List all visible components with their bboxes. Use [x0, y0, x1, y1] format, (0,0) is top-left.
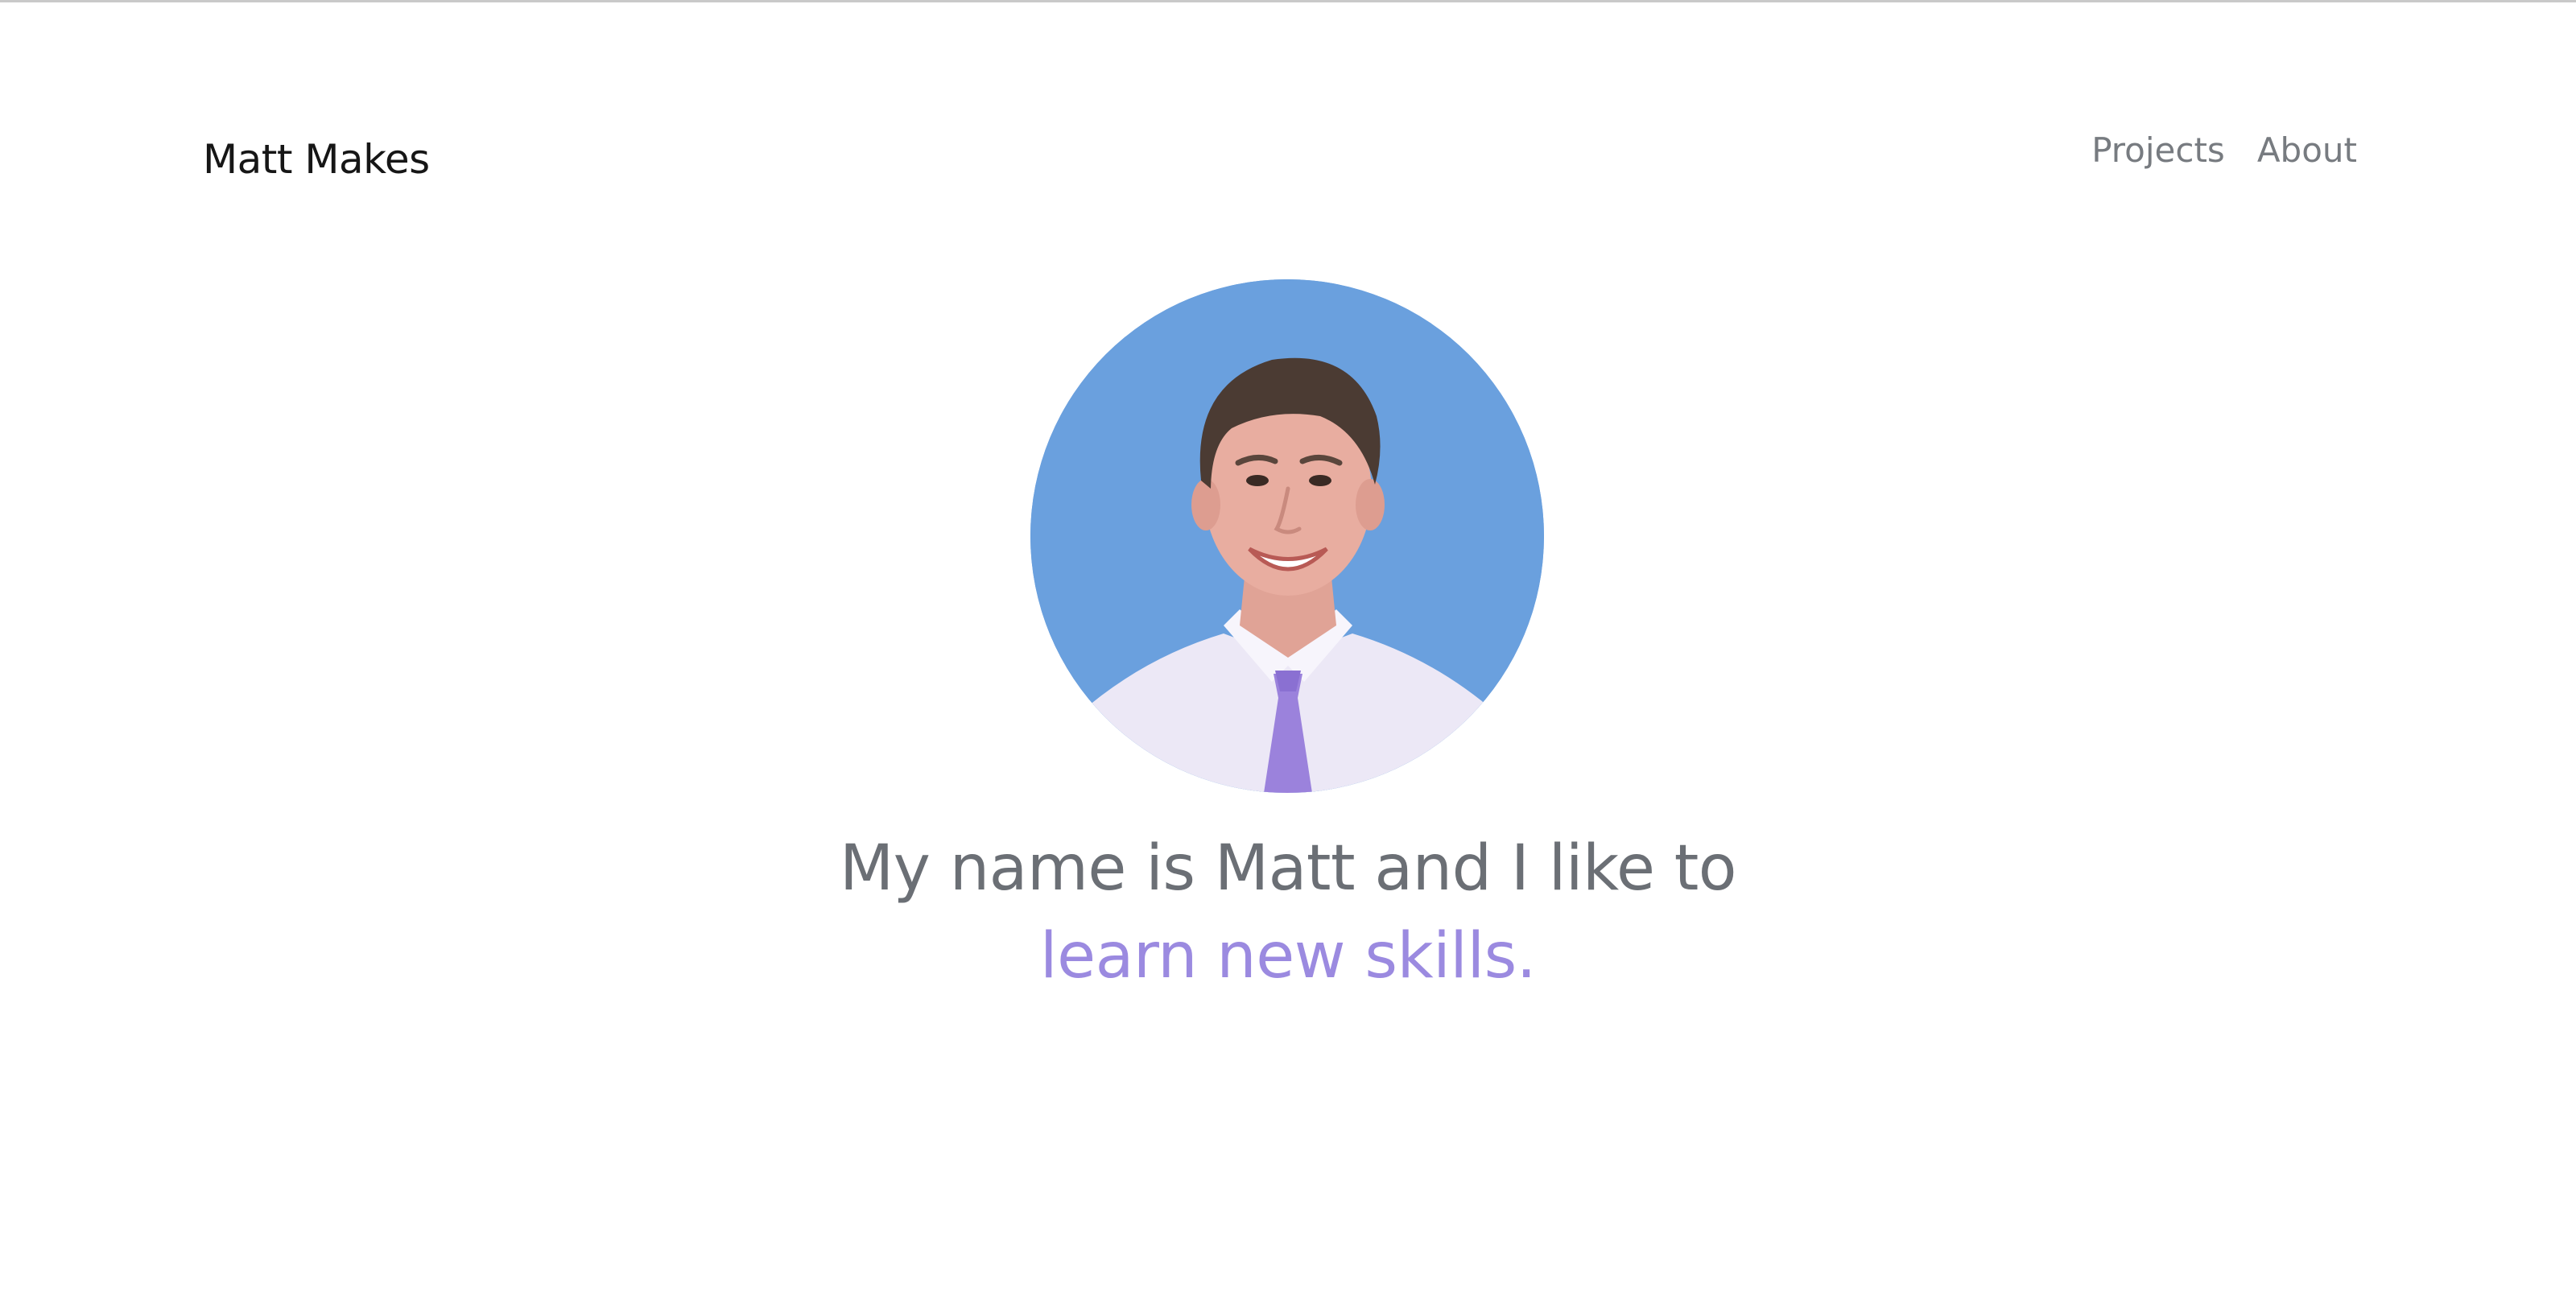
site-logo-link[interactable]: Matt Makes — [203, 135, 430, 184]
avatar — [1030, 279, 1544, 793]
hero-line-1: My name is Matt and I like to — [839, 832, 1737, 905]
main-nav: Projects About — [2091, 130, 2357, 171]
nav-link-about[interactable]: About — [2257, 130, 2357, 171]
avatar-portrait-illustration — [1030, 279, 1544, 793]
top-border — [0, 0, 2576, 2]
nav-link-projects[interactable]: Projects — [2091, 130, 2225, 171]
hero-line-2-accent: learn new skills. — [1039, 920, 1537, 993]
hero-headline: My name is Matt and I like to learn new … — [0, 825, 2576, 1001]
